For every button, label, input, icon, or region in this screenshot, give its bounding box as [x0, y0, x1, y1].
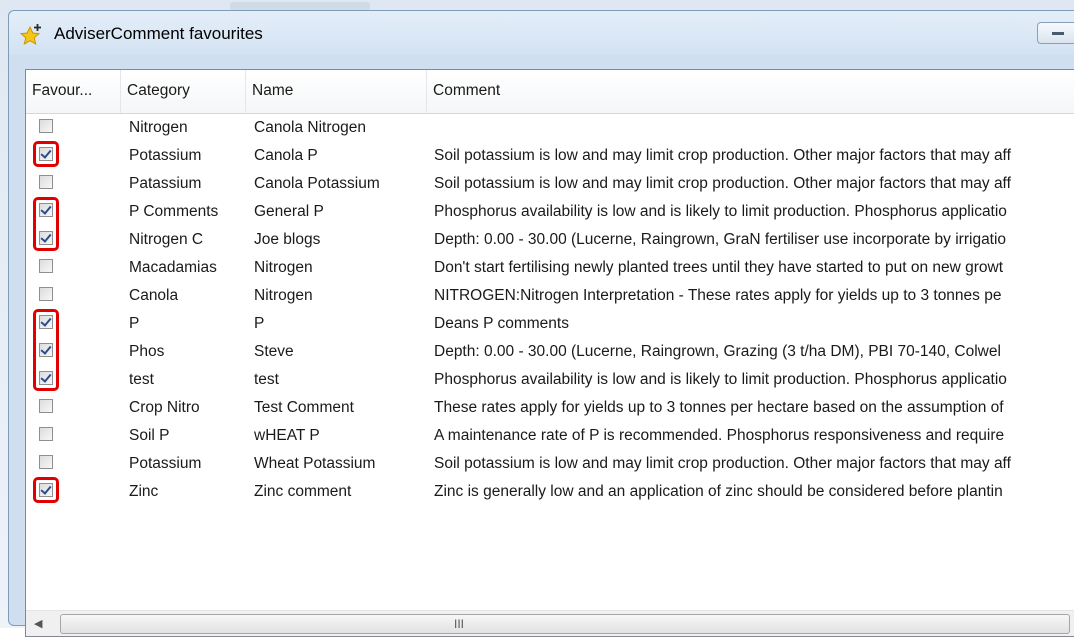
comment-cell: Deans P comments [434, 315, 569, 332]
name-cell: Canola P [254, 147, 318, 164]
name-cell: Nitrogen [254, 287, 313, 304]
list-item[interactable]: Nitrogen C Joe blogs Depth: 0.00 - 30.00 (… [26, 227, 1074, 255]
star-add-icon [19, 24, 41, 46]
title-bar[interactable]: AdviserComment favourites [9, 11, 1074, 55]
name-cell: Steve [254, 343, 294, 360]
list-item[interactable]: Crop Nitro Test Comment These rates apply … [26, 395, 1074, 423]
name-cell: Test Comment [254, 399, 354, 416]
name-cell: Canola Nitrogen [254, 119, 367, 136]
comment-cell: NITROGEN:Nitrogen Interpretation - These… [434, 287, 1002, 304]
highlight-box [33, 477, 59, 503]
name-cell: Nitrogen [254, 259, 313, 276]
name-cell: General P [254, 203, 324, 220]
comment-cell: Phosphorus availability is low and is li… [434, 371, 1007, 388]
category-cell: Macadamias [129, 259, 217, 276]
list-item[interactable]: Canola Nitrogen NITROGEN:Nitrogen Interpre… [26, 283, 1074, 311]
comment-cell: Zinc is generally low and an application… [434, 483, 1003, 500]
category-cell: Nitrogen C [129, 231, 204, 248]
category-cell: Potassium [129, 455, 202, 472]
list-item[interactable]: Zinc Zinc comment Zinc is generally low an… [26, 479, 1074, 507]
comment-cell: Soil potassium is low and may limit crop… [434, 147, 1011, 164]
list-item[interactable]: P P Deans P comments [26, 311, 1074, 339]
list-item[interactable]: test test Phosphorus availability is low a… [26, 367, 1074, 395]
scrollbar-thumb[interactable]: III [60, 614, 1070, 634]
favourite-checkbox[interactable] [39, 399, 53, 413]
minimize-icon [1052, 32, 1064, 35]
comment-cell: Soil potassium is low and may limit crop… [434, 175, 1011, 192]
list-item[interactable]: Soil P wHEAT P A maintenance rate of P is … [26, 423, 1074, 451]
favourite-checkbox[interactable] [39, 287, 53, 301]
favourite-checkbox[interactable] [39, 259, 53, 273]
highlight-box [33, 309, 59, 391]
category-cell: Crop Nitro [129, 399, 200, 416]
highlight-box [33, 197, 59, 251]
list-item[interactable]: Macadamias Nitrogen Don't start fertilisin… [26, 255, 1074, 283]
name-cell: Joe blogs [254, 231, 321, 248]
scrollbar-grip-icon: III [454, 617, 465, 631]
favourite-checkbox[interactable] [39, 427, 53, 441]
name-cell: Wheat Potassium [254, 455, 376, 472]
favourite-checkbox[interactable] [39, 455, 53, 469]
category-cell: P Comments [129, 203, 219, 220]
category-cell: test [129, 371, 154, 388]
highlight-box [33, 141, 59, 167]
column-header-comment[interactable]: Comment [427, 70, 1074, 114]
favourites-list[interactable]: Favour... Category Name Comment Nitrogen… [25, 69, 1074, 637]
list-header: Favour... Category Name Comment [26, 70, 1074, 114]
name-cell: wHEAT P [254, 427, 320, 444]
list-item[interactable]: Potassium Canola P Soil potassium is low a… [26, 143, 1074, 171]
comment-cell: Don't start fertilising newly planted tr… [434, 259, 1004, 276]
list-item[interactable]: Patassium Canola Potassium Soil potassium … [26, 171, 1074, 199]
comment-cell: These rates apply for yields up to 3 ton… [434, 399, 1004, 416]
category-cell: Potassium [129, 147, 202, 164]
column-header-name[interactable]: Name [246, 70, 427, 114]
comment-cell: Soil potassium is low and may limit crop… [434, 455, 1011, 472]
category-cell: Nitrogen [129, 119, 188, 136]
name-cell: Zinc comment [254, 483, 352, 500]
category-cell: Phos [129, 343, 165, 360]
name-cell: P [254, 315, 265, 332]
category-cell: Zinc [129, 483, 159, 500]
category-cell: P [129, 315, 140, 332]
favourite-checkbox[interactable] [39, 119, 53, 133]
list-item[interactable]: Nitrogen Canola Nitrogen [26, 115, 1074, 143]
list-item[interactable]: Phos Steve Depth: 0.00 - 30.00 (Lucerne, R… [26, 339, 1074, 367]
minimize-button[interactable] [1037, 22, 1074, 44]
name-cell: Canola Potassium [254, 175, 380, 192]
favourite-checkbox[interactable] [39, 175, 53, 189]
list-item[interactable]: Potassium Wheat Potassium Soil potassium i… [26, 451, 1074, 479]
column-header-category[interactable]: Category [121, 70, 246, 114]
category-cell: Soil P [129, 427, 170, 444]
comment-cell: A maintenance rate of P is recommended. … [434, 427, 1005, 444]
comment-cell: Depth: 0.00 - 30.00 (Lucerne, Raingrown,… [434, 231, 1007, 248]
column-header-favourite[interactable]: Favour... [26, 70, 121, 114]
comment-cell: Depth: 0.00 - 30.00 (Lucerne, Raingrown,… [434, 343, 1001, 360]
name-cell: test [254, 371, 279, 388]
scroll-left-arrow-icon[interactable]: ◀ [34, 616, 50, 632]
category-cell: Canola [129, 287, 179, 304]
category-cell: Patassium [129, 175, 202, 192]
window-title: AdviserComment favourites [54, 24, 263, 43]
dialog-window: AdviserComment favourites Favour... Cate… [8, 10, 1074, 637]
horizontal-scrollbar[interactable]: ◀ III [26, 610, 1074, 636]
list-item[interactable]: P Comments General P Phosphorus availabili… [26, 199, 1074, 227]
comment-cell: Phosphorus availability is low and is li… [434, 203, 1007, 220]
